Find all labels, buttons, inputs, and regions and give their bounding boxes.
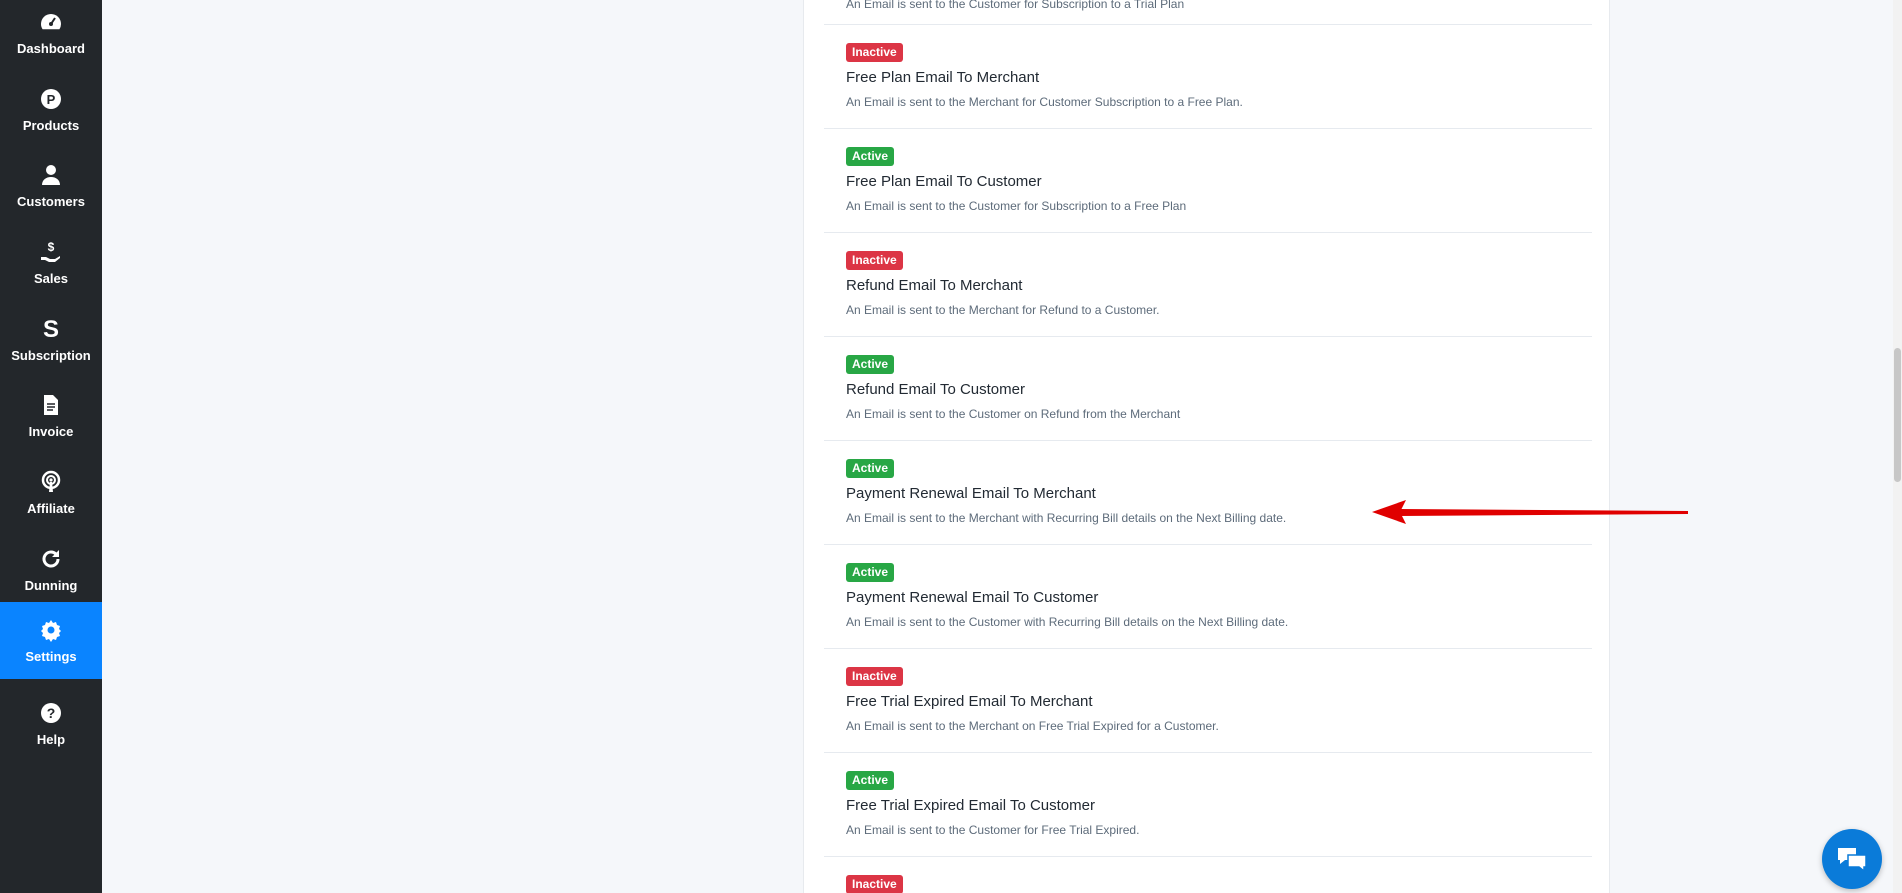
svg-text:P: P — [47, 92, 56, 107]
sidebar-item-customers[interactable]: Customers — [0, 147, 102, 224]
list-item[interactable]: Inactive Free Trial Expired Email To Mer… — [824, 649, 1592, 753]
question-icon: ? — [38, 700, 64, 726]
list-item[interactable]: An Email is sent to the Customer for Sub… — [824, 0, 1592, 25]
sidebar-item-help[interactable]: ? Help — [0, 685, 102, 762]
list-item[interactable]: Inactive Free Plan Email To Merchant An … — [824, 25, 1592, 129]
status-badge: Active — [846, 771, 895, 790]
email-title[interactable]: Refund Email To Customer — [846, 381, 1025, 398]
list-item[interactable]: Active Free Plan Email To Customer An Em… — [824, 129, 1592, 233]
sidebar-item-affiliate[interactable]: Affiliate — [0, 454, 102, 531]
sidebar-item-label: Sales — [34, 271, 68, 286]
email-title[interactable]: Free Trial Expired Email To Customer — [846, 797, 1095, 814]
list-item[interactable]: Inactive — [824, 857, 1592, 893]
redo-icon — [38, 546, 64, 572]
sidebar-item-label: Dashboard — [17, 41, 85, 56]
sidebar-item-label: Help — [36, 732, 66, 747]
email-title[interactable]: Free Trial Expired Email To Merchant — [846, 693, 1092, 710]
status-badge: Inactive — [846, 667, 903, 686]
email-description: An Email is sent to the Merchant on Free… — [846, 719, 1219, 733]
sidebar-item-label: Settings — [25, 649, 77, 664]
list-item[interactable]: Active Payment Renewal Email To Merchant… — [824, 441, 1592, 545]
gauge-icon — [38, 9, 64, 35]
svg-text:S: S — [43, 317, 59, 341]
email-description: An Email is sent to the Customer for Sub… — [846, 199, 1187, 213]
user-icon — [38, 162, 64, 188]
status-badge: Active — [846, 563, 895, 582]
svg-text:$: $ — [48, 240, 55, 254]
sidebar-item-sales[interactable]: $ Sales — [0, 224, 102, 301]
email-title[interactable]: Refund Email To Merchant — [846, 277, 1022, 294]
broadcast-icon — [38, 469, 64, 495]
email-title[interactable]: Free Plan Email To Customer — [846, 173, 1042, 190]
sidebar-item-label: Customers — [17, 194, 85, 209]
sidebar-item-settings[interactable]: Settings — [0, 602, 102, 679]
subscription-s-icon: S — [38, 316, 64, 342]
status-badge: Active — [846, 459, 895, 478]
scrollbar[interactable] — [1893, 0, 1902, 893]
sidebar-item-dunning[interactable]: Dunning — [0, 531, 102, 608]
status-badge: Active — [846, 355, 895, 374]
sidebar-item-products[interactable]: P Products — [0, 71, 102, 148]
scrollbar-thumb[interactable] — [1894, 348, 1901, 482]
sidebar-item-subscription[interactable]: S Subscription — [0, 301, 102, 378]
list-item[interactable]: Active Free Trial Expired Email To Custo… — [824, 753, 1592, 857]
email-description: An Email is sent to the Customer with Re… — [846, 615, 1289, 629]
email-description: An Email is sent to the Merchant for Cus… — [846, 95, 1243, 109]
annotation-arrow — [1372, 500, 1688, 524]
sidebar-item-label: Subscription — [11, 348, 91, 363]
sidebar-item-dashboard[interactable]: Dashboard — [0, 0, 102, 71]
email-title[interactable]: Payment Renewal Email To Customer — [846, 589, 1098, 606]
email-description: An Email is sent to the Customer for Sub… — [846, 0, 1185, 11]
gear-icon — [38, 617, 64, 643]
sidebar-item-invoice[interactable]: Invoice — [0, 377, 102, 454]
status-badge: Inactive — [846, 875, 903, 893]
status-badge: Inactive — [846, 43, 903, 62]
status-badge: Inactive — [846, 251, 903, 270]
sidebar-item-label: Invoice — [28, 424, 74, 439]
list-item[interactable]: Active Refund Email To Customer An Email… — [824, 337, 1592, 441]
email-description: An Email is sent to the Customer on Refu… — [846, 407, 1181, 421]
email-title[interactable]: Payment Renewal Email To Merchant — [846, 485, 1096, 502]
list-item[interactable]: Active Payment Renewal Email To Customer… — [824, 545, 1592, 649]
products-p-icon: P — [38, 86, 64, 112]
email-description: An Email is sent to the Merchant with Re… — [846, 511, 1287, 525]
email-notifications-panel: An Email is sent to the Customer for Sub… — [803, 0, 1610, 893]
list-item[interactable]: Inactive Refund Email To Merchant An Ema… — [824, 233, 1592, 337]
document-icon — [38, 392, 64, 418]
sidebar-item-label: Dunning — [24, 578, 78, 593]
sidebar-item-label: Affiliate — [27, 501, 75, 516]
svg-text:?: ? — [47, 705, 56, 721]
email-description: An Email is sent to the Customer for Fre… — [846, 823, 1140, 837]
sidebar-item-label: Products — [22, 118, 80, 133]
email-title[interactable]: Free Plan Email To Merchant — [846, 69, 1039, 86]
email-description: An Email is sent to the Merchant for Ref… — [846, 303, 1160, 317]
sidebar: Dashboard P Products Customers $ Sales S… — [0, 0, 102, 893]
chat-button[interactable] — [1822, 829, 1882, 889]
hand-dollar-icon: $ — [38, 239, 64, 265]
chat-bubbles-icon — [1836, 845, 1868, 873]
status-badge: Active — [846, 147, 895, 166]
